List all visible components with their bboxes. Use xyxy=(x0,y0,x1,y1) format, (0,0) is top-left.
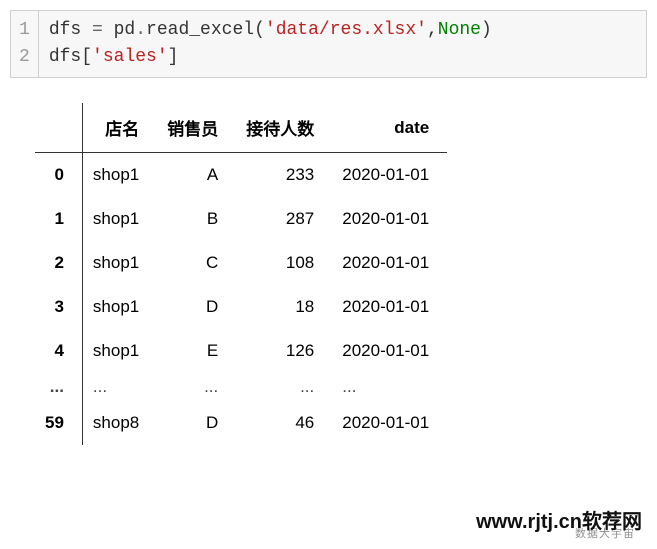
code-token: [ xyxy=(81,47,92,67)
cell-date: 2020-01-01 xyxy=(332,329,447,373)
cell-date: 2020-01-01 xyxy=(332,401,447,445)
code-token: ' xyxy=(265,20,276,40)
cell-shop: shop1 xyxy=(82,153,157,198)
cell-sales: ... xyxy=(157,373,236,401)
code-token: ' xyxy=(416,20,427,40)
cell-shop: ... xyxy=(82,373,157,401)
code-string: data/res.xlsx xyxy=(276,20,416,40)
row-index: 1 xyxy=(35,197,82,241)
code-token: ' xyxy=(92,47,103,67)
table-row: 0shop1A2332020-01-01 xyxy=(35,153,447,198)
cell-date: 2020-01-01 xyxy=(332,197,447,241)
row-index: 4 xyxy=(35,329,82,373)
col-header-recv: 接待人数 xyxy=(236,103,332,153)
line-number: 1 xyxy=(19,17,30,44)
cell-date: ... xyxy=(332,373,447,401)
code-token: ( xyxy=(254,20,265,40)
code-token: ) xyxy=(481,20,492,40)
cell-sales: A xyxy=(157,153,236,198)
code-token: = xyxy=(81,20,113,40)
table-row: 2shop1C1082020-01-01 xyxy=(35,241,447,285)
col-header-shop: 店名 xyxy=(82,103,157,153)
line-number: 2 xyxy=(19,44,30,71)
code-token: ] xyxy=(168,47,179,67)
code-token: ' xyxy=(157,47,168,67)
cell-date: 2020-01-01 xyxy=(332,285,447,329)
cell-shop: shop1 xyxy=(82,197,157,241)
table-row: 4shop1E1262020-01-01 xyxy=(35,329,447,373)
row-index: 0 xyxy=(35,153,82,198)
cell-date: 2020-01-01 xyxy=(332,153,447,198)
cell-recv: 126 xyxy=(236,329,332,373)
table-row: ............... xyxy=(35,373,447,401)
code-token: dfs xyxy=(49,20,81,40)
cell-sales: D xyxy=(157,401,236,445)
row-index: 3 xyxy=(35,285,82,329)
table-row: 1shop1B2872020-01-01 xyxy=(35,197,447,241)
dataframe-output: 店名 销售员 接待人数 date 0shop1A2332020-01-011sh… xyxy=(35,103,447,445)
code-content: dfs = pd.read_excel('data/res.xlsx',None… xyxy=(39,11,502,77)
cell-recv: ... xyxy=(236,373,332,401)
col-header-date: date xyxy=(332,103,447,153)
watermark-text: www.rjtj.cn软荐网 xyxy=(476,505,642,534)
cell-sales: E xyxy=(157,329,236,373)
code-token: , xyxy=(427,20,438,40)
code-token: . xyxy=(135,20,146,40)
code-gutter: 1 2 xyxy=(11,11,39,77)
cell-sales: C xyxy=(157,241,236,285)
cell-recv: 287 xyxy=(236,197,332,241)
cell-recv: 233 xyxy=(236,153,332,198)
cell-shop: shop1 xyxy=(82,329,157,373)
row-index: 2 xyxy=(35,241,82,285)
cell-date: 2020-01-01 xyxy=(332,241,447,285)
table-row: 59shop8D462020-01-01 xyxy=(35,401,447,445)
code-keyword: None xyxy=(438,20,481,40)
cell-shop: shop1 xyxy=(82,285,157,329)
table-row: 3shop1D182020-01-01 xyxy=(35,285,447,329)
code-cell: 1 2 dfs = pd.read_excel('data/res.xlsx',… xyxy=(10,10,647,78)
code-token: pd xyxy=(114,20,136,40)
cell-shop: shop8 xyxy=(82,401,157,445)
row-index: 59 xyxy=(35,401,82,445)
cell-recv: 46 xyxy=(236,401,332,445)
cell-recv: 108 xyxy=(236,241,332,285)
watermark-sub: 数据大宇宙 xyxy=(575,525,635,541)
code-string: sales xyxy=(103,47,157,67)
cell-sales: D xyxy=(157,285,236,329)
code-token: read_excel xyxy=(146,20,254,40)
cell-shop: shop1 xyxy=(82,241,157,285)
row-index: ... xyxy=(35,373,82,401)
cell-recv: 18 xyxy=(236,285,332,329)
code-token: dfs xyxy=(49,47,81,67)
cell-sales: B xyxy=(157,197,236,241)
col-header-sales: 销售员 xyxy=(157,103,236,153)
col-header-index xyxy=(35,103,82,153)
